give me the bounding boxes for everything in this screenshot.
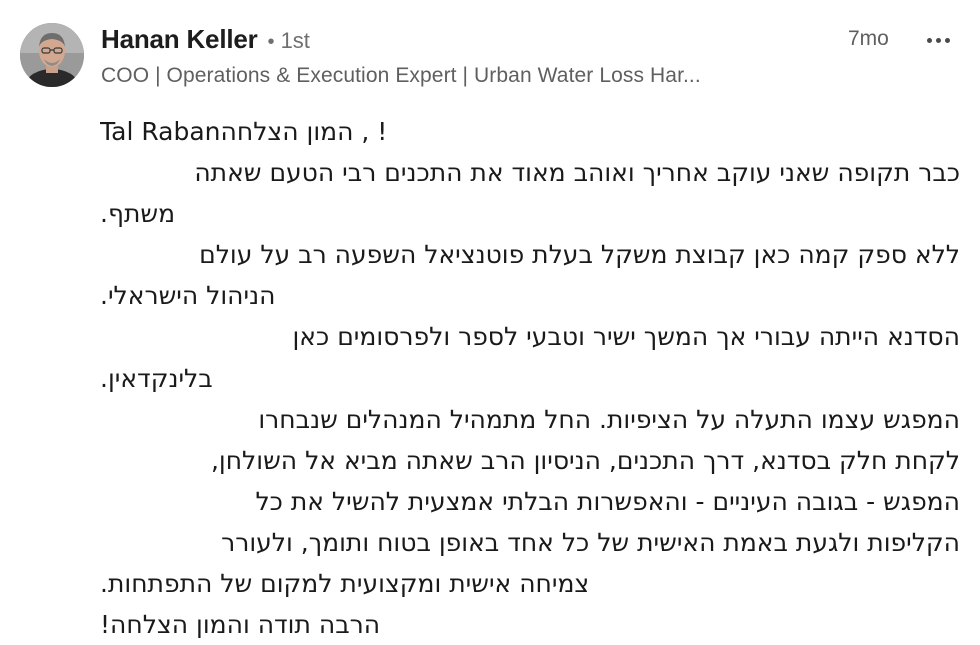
comment-card: Hanan Keller • 1st COO | Operations & Ex… bbox=[0, 0, 980, 639]
separator-dot: • bbox=[267, 31, 275, 53]
comment-line: ללא ספק קמה כאן קבוצת משקל בעלת פוטנציאל… bbox=[199, 240, 960, 270]
connection-degree: 1st bbox=[280, 28, 310, 53]
author-headline: COO | Operations & Execution Expert | Ur… bbox=[101, 64, 701, 87]
comment-body: Tal Rabanהמון הצלחה , ! כבר תקופה שאני ע… bbox=[100, 111, 960, 645]
comment-line: הקליפות ולגעת באמת האישית של כל אחד באופ… bbox=[221, 527, 960, 557]
comment-header: Hanan Keller • 1st COO | Operations & Ex… bbox=[101, 24, 821, 88]
comment-line: כבר תקופה שאני עוקב אחריך ואוהב מאוד את … bbox=[194, 158, 960, 188]
comment-line: המפגש עצמו התעלה על הציפיות. החל מתמהיל … bbox=[258, 404, 960, 434]
comment-line: הסדנא הייתה עבורי אך המשך ישיר וטבעי לספ… bbox=[292, 322, 961, 352]
comment-line: בלינקדאין. bbox=[100, 363, 213, 393]
avatar-photo bbox=[20, 23, 84, 87]
author-avatar[interactable] bbox=[20, 23, 84, 87]
comment-line: Tal Rabanהמון הצלחה , ! bbox=[100, 117, 388, 146]
author-name-row: Hanan Keller • 1st bbox=[101, 24, 821, 58]
more-options-button[interactable] bbox=[918, 30, 958, 50]
comment-line: צמיחה אישית ומקצועית למקום של התפתחות. bbox=[100, 569, 590, 599]
more-horizontal-icon bbox=[926, 37, 932, 43]
comment-line: המפגש - בגובה העיניים - והאפשרות הבלתי א… bbox=[255, 486, 960, 516]
more-horizontal-icon-dot bbox=[935, 37, 941, 43]
comment-line: הרבה תודה והמון הצלחה! bbox=[100, 610, 381, 640]
more-horizontal-icon-dot bbox=[944, 37, 950, 43]
comment-line: הניהול הישראלי. bbox=[100, 281, 276, 311]
author-name[interactable]: Hanan Keller bbox=[101, 24, 258, 55]
comment-timestamp: 7mo bbox=[848, 27, 889, 50]
comment-line: לקחת חלק בסדנא, דרך התכנים, הניסיון הרב … bbox=[210, 445, 960, 475]
comment-line: משתף. bbox=[100, 199, 176, 229]
